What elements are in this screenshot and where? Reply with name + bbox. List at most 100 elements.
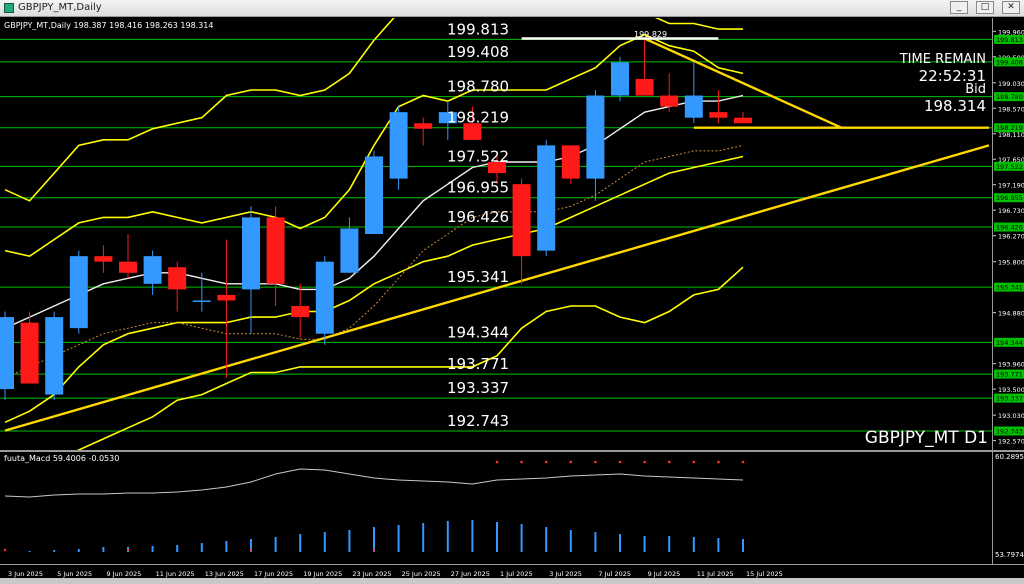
macd-signal-dot [495, 460, 499, 464]
candle [734, 112, 752, 124]
candle [291, 283, 310, 340]
level-label-4: 197.522 [447, 147, 509, 165]
level-label-9: 193.771 [447, 355, 509, 373]
macd-hist-bar [200, 543, 203, 552]
candle [315, 256, 334, 345]
candle [660, 73, 679, 113]
level-tag-label: 192.743 [996, 428, 1023, 436]
macd-hist-bar [692, 537, 695, 552]
macd-hist-bar [323, 532, 326, 552]
time-tick-label: 3 Jul 2025 [549, 570, 582, 578]
level-label-7: 195.341 [447, 268, 509, 286]
time-tick-label: 13 Jun 2025 [205, 570, 244, 578]
candle [537, 139, 556, 257]
macd-hist-bar [742, 539, 744, 552]
macd-svg [3, 460, 745, 552]
macd-signal-dot [667, 460, 671, 464]
time-tick-label: 9 Jul 2025 [648, 570, 681, 578]
candle-body [709, 112, 728, 118]
main-chart-area[interactable]: 199.813 199.408 198.780 198.219 197.522 196.9… [0, 18, 992, 450]
candle-body [512, 184, 531, 257]
candle [586, 90, 605, 201]
macd-hist-bar [373, 527, 375, 552]
level-tag-label: 196.426 [996, 224, 1023, 232]
macd-hist-bar [274, 537, 277, 552]
candle-body [242, 217, 260, 290]
level-label-3: 198.219 [447, 109, 509, 127]
candles-group [0, 40, 752, 401]
level-tag-label: 194.344 [996, 339, 1023, 347]
macd-hist-bar [151, 546, 154, 552]
time-tick-label: 15 Jul 2025 [746, 570, 783, 578]
axis-tick-label: 194.880 [998, 310, 1024, 318]
macd-signal-dot [544, 460, 548, 464]
macd-hist-bar [643, 536, 646, 552]
macd-low-dot [126, 548, 130, 552]
macd-signal-dot [692, 460, 696, 464]
macd-label: fuuta_Macd 59.4006 -0.0530 [4, 454, 120, 463]
close-button[interactable]: ✕ [1002, 1, 1020, 14]
candle [684, 62, 703, 124]
time-tick-label: 11 Jul 2025 [697, 570, 734, 578]
candle-body [365, 156, 383, 234]
candle [266, 206, 285, 306]
candle-body [586, 95, 605, 179]
time-tick-label: 1 Jul 2025 [500, 570, 533, 578]
level-tag-label: 197.522 [996, 163, 1023, 171]
time-tick-label: 25 Jun 2025 [402, 570, 441, 578]
macd-axis: 60.2895 53.7974 [992, 452, 1024, 564]
macd-tick-bottom: 53.7974 [995, 551, 1024, 559]
candle-body [266, 217, 285, 284]
candle [709, 90, 728, 124]
macd-hist-bar [77, 549, 80, 552]
macd-signal-dot [741, 460, 745, 464]
level-label-11: 192.743 [447, 412, 509, 430]
time-tick-label: 9 Jun 2025 [106, 570, 141, 578]
axis-tick-label: 195.800 [998, 259, 1024, 267]
candle-body [561, 145, 580, 179]
macd-low-dot [3, 548, 7, 552]
candle-body [0, 317, 14, 390]
candle [94, 245, 113, 273]
candle [20, 311, 39, 384]
macd-hist-bar [471, 520, 474, 552]
macd-hist-bar [594, 532, 597, 552]
macd-subwindow[interactable]: fuuta_Macd 59.4006 -0.0530 [0, 452, 992, 564]
price-chart-svg[interactable]: 199.813 199.408 198.780 198.219 197.522 196.9… [0, 18, 992, 450]
macd-hist-bar [53, 550, 56, 552]
candle [512, 178, 531, 284]
window-titlebar[interactable]: GBPJPY_MT,Daily _ □ ✕ [0, 0, 1024, 17]
candle-body [660, 95, 679, 107]
level-tag-label: 193.337 [996, 395, 1023, 403]
macd-line [4, 468, 744, 498]
level-tag-label: 198.780 [996, 93, 1023, 101]
level-tag-label: 199.408 [996, 58, 1023, 66]
candle [192, 272, 211, 312]
bid-value: 198.314 [923, 97, 986, 115]
time-tick-label: 27 Jun 2025 [451, 570, 490, 578]
level-label-2: 198.780 [447, 78, 509, 96]
candle-body [94, 256, 113, 262]
window-title: GBPJPY_MT,Daily [18, 2, 102, 13]
axis-tick-label: 193.500 [998, 386, 1024, 394]
time-axis[interactable]: 3 Jun 2025 5 Jun 2025 9 Jun 2025 11 Jun 202… [0, 564, 1024, 578]
macd-hist-bar [619, 534, 621, 552]
candle-body [119, 261, 137, 273]
minimize-button[interactable]: _ [950, 1, 968, 14]
macd-hist-bar [668, 536, 671, 552]
restore-button[interactable]: □ [976, 1, 994, 14]
time-tick-label: 11 Jun 2025 [156, 570, 195, 578]
price-axis[interactable]: 199.960199.500199.030198.570198.110197.6… [992, 18, 1024, 450]
axis-tick-label: 192.570 [998, 438, 1024, 446]
time-tick-label: 5 Jun 2025 [57, 570, 92, 578]
macd-signal-dot [618, 460, 622, 464]
chart-window-icon [4, 3, 14, 13]
axis-tick-label: 198.570 [998, 105, 1024, 113]
level-tag-label: 193.771 [996, 371, 1023, 379]
candle-body [291, 306, 310, 318]
candle [611, 56, 629, 102]
candle [69, 250, 88, 334]
level-label-10: 193.337 [447, 379, 509, 397]
macd-signal-dot [643, 460, 646, 464]
candle [143, 250, 162, 295]
